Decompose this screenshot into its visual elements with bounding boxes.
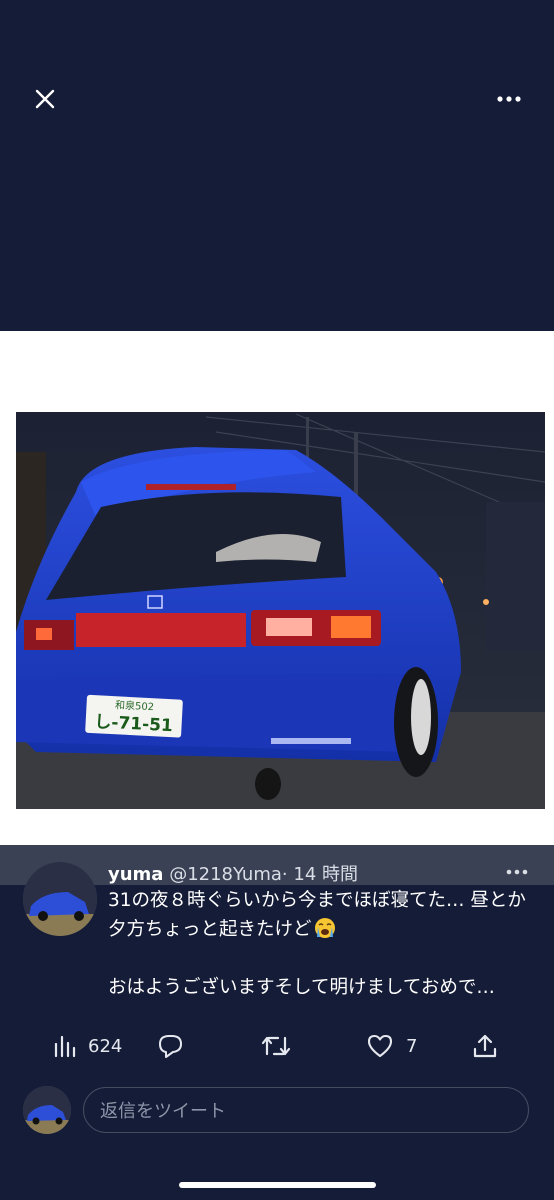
share-action[interactable] <box>472 1030 498 1062</box>
reply-avatar <box>23 1086 71 1134</box>
retweet-action[interactable] <box>260 1030 292 1062</box>
reply-bubble-icon <box>159 1035 182 1058</box>
author-handle[interactable]: @1218Yuma <box>169 864 282 885</box>
media-frame: 和泉502 し-71-51 <box>0 331 554 845</box>
tweet-text-line2: おはようございますそして明けましておめで… <box>108 977 495 998</box>
share-upload-icon <box>473 1034 497 1058</box>
tweet-photo[interactable]: 和泉502 し-71-51 <box>16 412 545 809</box>
close-icon[interactable] <box>32 86 58 112</box>
like-action[interactable]: 7 <box>366 1030 417 1062</box>
crying-face-emoji-icon <box>314 918 335 938</box>
tweet-text: 31の夜８時ぐらいから今までほぼ寝てた… 昼とか夕方ちょっと起きたけど おはよう… <box>108 886 528 1002</box>
plate-number-text: し-71-51 <box>94 712 173 736</box>
tweet-time: 14 時間 <box>293 864 359 885</box>
views-count: 624 <box>88 1035 123 1057</box>
home-indicator <box>179 1182 376 1188</box>
avatar[interactable] <box>23 862 97 936</box>
reply-input[interactable]: 返信をツイート <box>83 1087 529 1133</box>
author-name[interactable]: yuma <box>108 864 163 885</box>
more-horizontal-icon[interactable] <box>504 864 530 880</box>
heart-icon <box>367 1034 393 1058</box>
author-line: yuma @1218Yuma· 14 時間 <box>108 860 358 886</box>
reply-action[interactable] <box>156 1030 184 1062</box>
handle-separator: · <box>281 864 288 885</box>
reply-placeholder: 返信をツイート <box>100 1101 226 1122</box>
more-horizontal-icon[interactable] <box>496 86 522 112</box>
like-count: 7 <box>406 1035 418 1057</box>
bar-chart-icon <box>54 1035 76 1058</box>
views-action[interactable]: 624 <box>52 1030 122 1062</box>
retweet-icon <box>261 1036 291 1056</box>
